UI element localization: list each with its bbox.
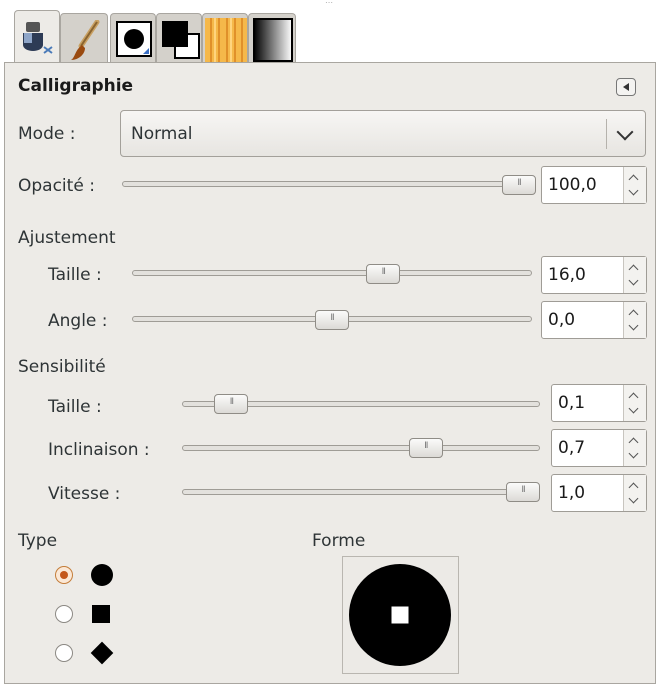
down-arrow-icon[interactable] bbox=[628, 403, 639, 414]
circle-icon bbox=[91, 564, 113, 586]
tab-colors[interactable] bbox=[156, 13, 202, 65]
type-heading: Type bbox=[18, 531, 58, 551]
up-arrow-icon[interactable] bbox=[628, 174, 639, 185]
down-arrow-icon[interactable] bbox=[628, 275, 639, 286]
adjust-size-stepper[interactable] bbox=[623, 257, 646, 293]
shape-heading: Forme bbox=[312, 531, 366, 551]
opacity-value[interactable]: 100,0 bbox=[548, 175, 597, 195]
angle-spinbox[interactable]: 0,0 bbox=[541, 301, 647, 339]
mode-dropdown[interactable]: Normal bbox=[120, 110, 646, 157]
opacity-slider-track[interactable] bbox=[122, 181, 536, 187]
type-diamond-radio[interactable] bbox=[55, 644, 73, 662]
down-arrow-icon[interactable] bbox=[628, 493, 639, 504]
wood-pattern-icon bbox=[205, 18, 247, 62]
down-arrow-icon[interactable] bbox=[628, 185, 639, 196]
sensitivity-size-value[interactable]: 0,1 bbox=[558, 393, 585, 413]
adjust-size-value[interactable]: 16,0 bbox=[548, 265, 586, 285]
paintbrush-icon bbox=[71, 20, 100, 60]
tilt-slider-handle[interactable] bbox=[408, 438, 443, 458]
down-arrow-icon[interactable] bbox=[628, 448, 639, 459]
angle-slider-handle[interactable] bbox=[315, 310, 349, 330]
speed-slider-track[interactable] bbox=[182, 489, 540, 495]
up-arrow-icon[interactable] bbox=[628, 264, 639, 275]
sensitivity-size-slider-handle[interactable] bbox=[214, 394, 249, 414]
tilt-slider-track[interactable] bbox=[182, 445, 540, 451]
opacity-stepper[interactable] bbox=[623, 167, 646, 203]
tab-patterns[interactable] bbox=[202, 13, 248, 65]
opacity-slider-handle[interactable] bbox=[502, 175, 536, 195]
dock-grip[interactable]: ⋯ bbox=[318, 0, 340, 7]
shape-preview-icon bbox=[349, 564, 451, 666]
tilt-value[interactable]: 0,7 bbox=[558, 438, 585, 458]
chevron-down-icon bbox=[616, 123, 634, 141]
type-square-radio[interactable] bbox=[55, 605, 73, 623]
adjust-size-spinbox[interactable]: 16,0 bbox=[541, 256, 647, 294]
speed-stepper[interactable] bbox=[623, 475, 646, 511]
square-icon bbox=[92, 605, 110, 623]
sensitivity-size-label: Taille : bbox=[48, 397, 102, 417]
up-arrow-icon[interactable] bbox=[628, 437, 639, 448]
up-arrow-icon[interactable] bbox=[628, 392, 639, 403]
type-circle-radio[interactable] bbox=[55, 566, 73, 584]
tool-options-icon bbox=[23, 22, 53, 54]
speed-spinbox[interactable]: 1,0 bbox=[551, 474, 647, 512]
angle-label: Angle : bbox=[48, 311, 108, 331]
adjust-size-slider-handle[interactable] bbox=[366, 264, 401, 284]
tilt-stepper[interactable] bbox=[623, 430, 646, 466]
sensitivity-size-spinbox[interactable]: 0,1 bbox=[551, 384, 647, 422]
mode-label: Mode : bbox=[18, 124, 76, 144]
shape-editor[interactable] bbox=[342, 556, 459, 674]
speed-slider-handle[interactable] bbox=[506, 482, 540, 502]
dropdown-separator bbox=[606, 119, 607, 149]
adjust-size-slider-track[interactable] bbox=[132, 270, 532, 276]
tab-brushes[interactable] bbox=[60, 13, 108, 65]
down-arrow-icon[interactable] bbox=[628, 320, 639, 331]
gradient-icon bbox=[253, 18, 293, 62]
panel-title: Calligraphie bbox=[18, 76, 134, 96]
up-arrow-icon[interactable] bbox=[628, 482, 639, 493]
mode-value: Normal bbox=[131, 124, 193, 144]
up-arrow-icon[interactable] bbox=[628, 309, 639, 320]
tab-brush-shape[interactable] bbox=[110, 13, 156, 65]
tilt-spinbox[interactable]: 0,7 bbox=[551, 429, 647, 467]
speed-label: Vitesse : bbox=[48, 484, 121, 504]
panel-menu-button[interactable] bbox=[616, 78, 636, 96]
opacity-spinbox[interactable]: 100,0 bbox=[541, 166, 647, 204]
adjust-size-label: Taille : bbox=[48, 265, 102, 285]
speed-value[interactable]: 1,0 bbox=[558, 483, 585, 503]
tab-tool-options[interactable] bbox=[14, 10, 60, 66]
tilt-label: Inclinaison : bbox=[48, 440, 150, 460]
angle-value[interactable]: 0,0 bbox=[548, 310, 575, 330]
adjustment-heading: Ajustement bbox=[18, 228, 116, 248]
tab-gradients[interactable] bbox=[248, 13, 296, 65]
opacity-label: Opacité : bbox=[18, 176, 95, 196]
sensitivity-size-stepper[interactable] bbox=[623, 385, 646, 421]
fg-bg-colors-icon bbox=[162, 21, 200, 59]
angle-stepper[interactable] bbox=[623, 302, 646, 338]
brush-circle-icon bbox=[116, 21, 152, 57]
sensitivity-heading: Sensibilité bbox=[18, 357, 106, 377]
